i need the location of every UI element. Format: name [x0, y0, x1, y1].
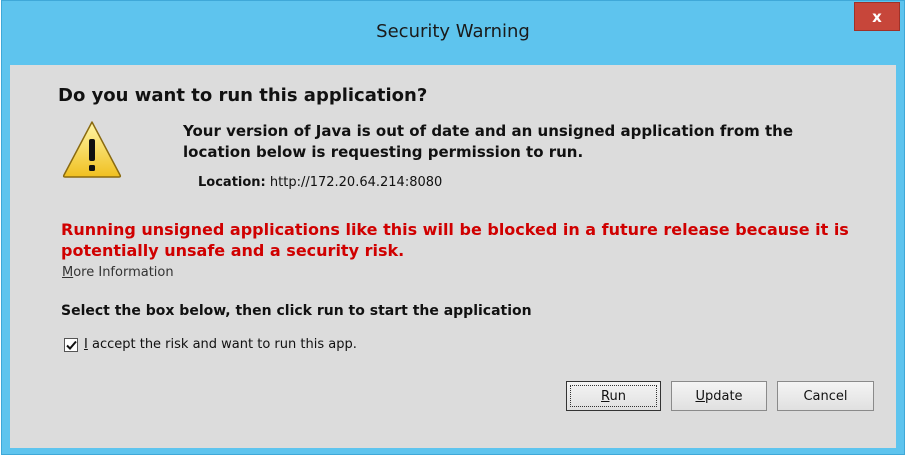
- cancel-button-label: Cancel: [803, 388, 848, 404]
- security-risk-text: Running unsigned applications like this …: [61, 220, 849, 260]
- accept-risk-row[interactable]: I accept the risk and want to run this a…: [64, 337, 357, 352]
- location-line: Location: http://172.20.64.214:8080: [198, 175, 442, 190]
- close-button[interactable]: x: [854, 2, 900, 31]
- run-button-focus-ring: [570, 385, 657, 407]
- location-label: Location:: [198, 175, 266, 190]
- update-button[interactable]: Update: [671, 381, 767, 411]
- accept-risk-checkbox[interactable]: [64, 337, 78, 352]
- instruction-text: Select the box below, then click run to …: [61, 303, 532, 319]
- cancel-button[interactable]: Cancel: [777, 381, 874, 411]
- close-icon: x: [872, 7, 882, 26]
- title-bar[interactable]: Security Warning x: [2, 1, 904, 65]
- security-warning-window: Security Warning x Do you want to run th…: [1, 0, 905, 455]
- window-title: Security Warning: [376, 21, 530, 42]
- update-button-label: Update: [695, 388, 743, 404]
- more-information-link[interactable]: More Information: [62, 265, 174, 280]
- warning-triangle-icon: [62, 121, 122, 178]
- warning-message: Your version of Java is out of date and …: [183, 122, 794, 161]
- accept-risk-label[interactable]: I accept the risk and want to run this a…: [84, 337, 357, 352]
- location-value: http://172.20.64.214:8080: [269, 175, 443, 190]
- dialog-heading: Do you want to run this application?: [58, 85, 428, 106]
- checkmark-icon: [66, 340, 77, 350]
- dialog-body: Do you want to run this application? You…: [10, 65, 896, 448]
- run-button[interactable]: Run: [566, 381, 661, 411]
